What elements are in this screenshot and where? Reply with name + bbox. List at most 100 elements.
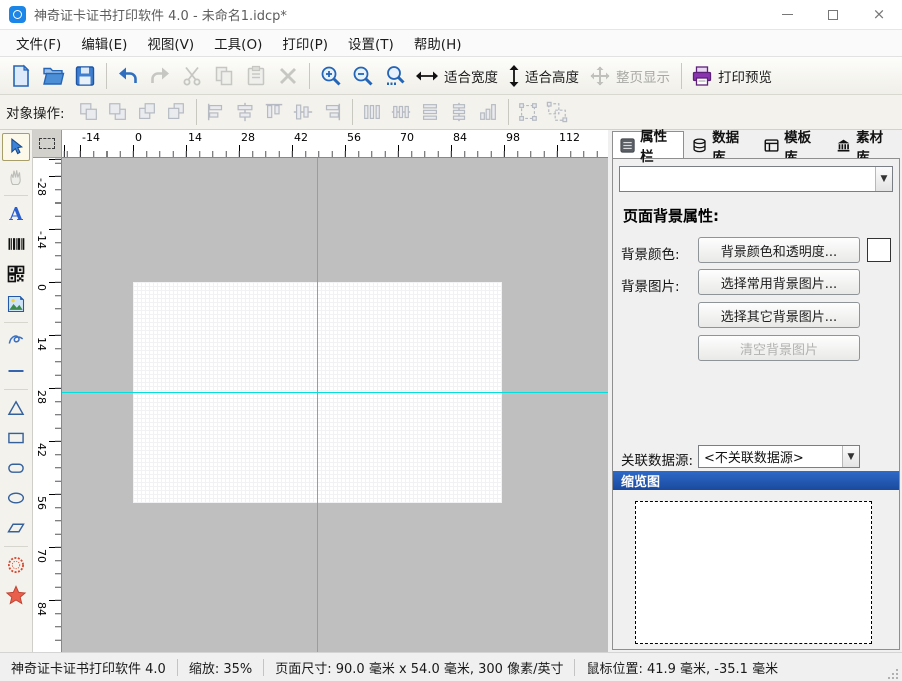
horizontal-guide-line[interactable] — [62, 392, 608, 393]
menu-settings[interactable]: 设置(T) — [338, 29, 404, 57]
zoom-out-button[interactable] — [347, 60, 379, 92]
object-selector-combo[interactable]: ▼ — [619, 166, 893, 192]
maximize-button[interactable] — [810, 0, 856, 30]
send-backward-button[interactable] — [162, 98, 191, 127]
qrcode-tool[interactable] — [2, 260, 30, 288]
cursor-arrow-icon — [6, 137, 26, 157]
line-tool[interactable] — [2, 357, 30, 385]
select-tool[interactable] — [2, 133, 30, 161]
toolbar-separator — [352, 99, 353, 125]
menu-file[interactable]: 文件(F) — [6, 29, 71, 57]
bg-color-button[interactable]: 背景颜色和透明度... — [698, 237, 860, 263]
tab-assets[interactable]: 素材库 — [828, 132, 900, 158]
thumbnail-header: 缩览图 — [613, 471, 899, 490]
send-to-back-button[interactable] — [104, 98, 133, 127]
new-document-button[interactable] — [5, 60, 37, 92]
datasource-value: <不关联数据源> — [699, 447, 842, 466]
same-width-button[interactable] — [358, 98, 387, 127]
ruler-label: 84 — [35, 602, 48, 616]
canvas-area[interactable] — [62, 158, 608, 652]
same-size-button[interactable] — [474, 98, 503, 127]
delete-button[interactable] — [272, 60, 304, 92]
menu-help[interactable]: 帮助(H) — [404, 29, 472, 57]
ruler-label: 42 — [35, 443, 48, 457]
undo-button[interactable] — [112, 60, 144, 92]
chevron-down-icon[interactable]: ▼ — [842, 446, 859, 467]
ungroup-button[interactable] — [543, 98, 572, 127]
bg-image-label: 背景图片: — [621, 275, 680, 295]
bg-color-label: 背景颜色: — [621, 243, 680, 263]
clear-bg-button[interactable]: 清空背景图片 — [698, 335, 860, 361]
barcode-tool[interactable] — [2, 230, 30, 258]
fit-page-icon — [588, 64, 612, 88]
parallelogram-tool[interactable] — [2, 514, 30, 542]
fit-height-icon — [507, 64, 521, 88]
resize-grip[interactable] — [886, 667, 900, 681]
pan-tool[interactable] — [2, 163, 30, 191]
vertical-guide-line[interactable] — [317, 158, 318, 652]
align-middle-button[interactable] — [289, 98, 318, 127]
align-right-button[interactable] — [318, 98, 347, 127]
star-tool[interactable] — [2, 581, 30, 609]
horizontal-ruler: -14 0 14 28 42 56 70 84 98 112 — [62, 130, 608, 158]
thumbnail-area — [613, 490, 899, 649]
save-button[interactable] — [69, 60, 101, 92]
triangle-tool[interactable] — [2, 394, 30, 422]
fit-width-button[interactable]: 适合宽度 — [411, 60, 504, 92]
tab-properties[interactable]: 属性栏 — [612, 131, 684, 158]
paste-button[interactable] — [240, 60, 272, 92]
bring-to-front-button[interactable] — [75, 98, 104, 127]
curve-tool[interactable] — [2, 327, 30, 355]
redo-button[interactable] — [144, 60, 176, 92]
zoom-ratio-button[interactable] — [379, 60, 411, 92]
palette-separator — [4, 195, 28, 196]
delete-icon — [276, 64, 300, 88]
ellipse-tool[interactable] — [2, 484, 30, 512]
text-tool[interactable]: A — [2, 200, 30, 228]
rounded-rectangle-icon — [6, 458, 26, 478]
maximize-icon — [828, 10, 838, 20]
align-center-horizontal-button[interactable] — [231, 98, 260, 127]
copy-button[interactable] — [208, 60, 240, 92]
select-other-bg-button[interactable]: 选择其它背景图片... — [698, 302, 860, 328]
stamp-tool[interactable] — [2, 551, 30, 579]
close-button[interactable]: × — [856, 0, 902, 30]
fit-page-button[interactable]: 整页显示 — [585, 60, 676, 92]
tab-templates[interactable]: 模板库 — [756, 132, 828, 158]
open-folder-icon — [41, 64, 65, 88]
image-tool[interactable] — [2, 290, 30, 318]
equal-horizontal-spacing-button[interactable] — [387, 98, 416, 127]
bring-forward-button[interactable] — [133, 98, 162, 127]
rounded-rectangle-tool[interactable] — [2, 454, 30, 482]
align-top-button[interactable] — [260, 98, 289, 127]
barcode-icon — [6, 234, 26, 254]
menu-view[interactable]: 视图(V) — [137, 29, 204, 57]
template-icon — [764, 137, 779, 154]
cut-button[interactable] — [176, 60, 208, 92]
equal-vertical-spacing-button[interactable] — [445, 98, 474, 127]
copy-icon — [212, 64, 236, 88]
ruler-label: 0 — [35, 284, 48, 291]
fit-height-button[interactable]: 适合高度 — [504, 60, 585, 92]
menu-tools[interactable]: 工具(O) — [204, 29, 272, 57]
group-button[interactable] — [514, 98, 543, 127]
menu-edit[interactable]: 编辑(E) — [71, 29, 137, 57]
align-left-button[interactable] — [202, 98, 231, 127]
ruler-label: 28 — [241, 131, 255, 144]
menu-print[interactable]: 打印(P) — [272, 29, 338, 57]
print-preview-button[interactable]: 打印预览 — [687, 60, 778, 92]
status-page-size: 页面尺寸: 90.0 毫米 x 54.0 毫米, 300 像素/英寸 — [264, 658, 574, 677]
fit-width-label: 适合宽度 — [444, 66, 501, 86]
zoom-in-button[interactable] — [315, 60, 347, 92]
minimize-button[interactable] — [764, 0, 810, 30]
select-common-bg-button[interactable]: 选择常用背景图片... — [698, 269, 860, 295]
toolbar-separator — [106, 63, 107, 89]
tab-database[interactable]: 数据库 — [684, 132, 756, 158]
svg-text:A: A — [8, 205, 23, 224]
chevron-down-icon[interactable]: ▼ — [875, 167, 892, 191]
properties-panel: ▼ 页面背景属性: 背景颜色: 背景颜色和透明度... 背景图片: 选择常用背景… — [612, 158, 900, 650]
datasource-combo[interactable]: <不关联数据源> ▼ — [698, 445, 860, 468]
rectangle-tool[interactable] — [2, 424, 30, 452]
same-height-button[interactable] — [416, 98, 445, 127]
open-button[interactable] — [37, 60, 69, 92]
